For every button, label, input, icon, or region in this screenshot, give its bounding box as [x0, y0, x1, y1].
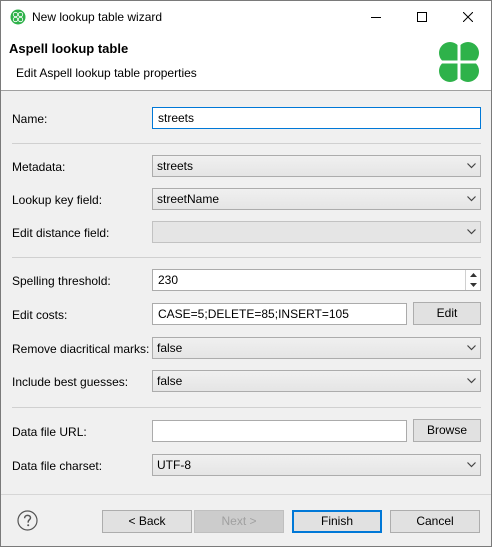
minimize-icon — [371, 16, 381, 18]
close-icon — [463, 11, 473, 22]
chevron-down-icon — [467, 462, 476, 468]
metadata-select[interactable]: streets — [152, 155, 481, 177]
spin-up-button[interactable] — [466, 270, 480, 280]
include-best-guesses-label: Include best guesses: — [12, 375, 129, 389]
data-file-url-label: Data file URL: — [12, 425, 87, 439]
chevron-down-icon — [467, 196, 476, 202]
banner-subtitle: Edit Aspell lookup table properties — [16, 66, 197, 80]
separator — [12, 143, 481, 144]
remove-diacritical-value: false — [157, 341, 183, 355]
spin-down-button[interactable] — [466, 280, 480, 290]
metadata-label: Metadata: — [12, 160, 66, 174]
separator — [12, 257, 481, 258]
lookup-key-select[interactable]: streetName — [152, 188, 481, 210]
triangle-down-icon — [469, 283, 477, 287]
include-best-guesses-select[interactable]: false — [152, 370, 481, 392]
data-file-url-input[interactable] — [152, 420, 407, 442]
finish-button[interactable]: Finish — [292, 510, 382, 533]
minimize-button[interactable] — [353, 1, 399, 32]
back-button[interactable]: < Back — [102, 510, 192, 533]
chevron-down-icon — [467, 163, 476, 169]
next-button[interactable]: Next > — [194, 510, 284, 533]
edit-costs-input[interactable]: CASE=5;DELETE=85;INSERT=105 — [152, 303, 407, 325]
wizard-banner: Aspell lookup table Edit Aspell lookup t… — [1, 32, 491, 91]
edit-costs-button[interactable]: Edit — [413, 302, 481, 325]
data-file-charset-value: UTF-8 — [157, 458, 191, 472]
chevron-down-icon — [467, 378, 476, 384]
lookup-key-label: Lookup key field: — [12, 193, 103, 207]
data-file-charset-select[interactable]: UTF-8 — [152, 454, 481, 476]
maximize-icon — [417, 11, 427, 22]
cancel-button[interactable]: Cancel — [390, 510, 480, 533]
edit-distance-label: Edit distance field: — [12, 226, 110, 240]
spelling-threshold-label: Spelling threshold: — [12, 274, 111, 288]
metadata-value: streets — [157, 159, 194, 173]
name-label: Name: — [12, 112, 48, 126]
maximize-button[interactable] — [399, 1, 445, 32]
separator — [12, 407, 481, 408]
chevron-down-icon — [467, 229, 476, 235]
browse-button[interactable]: Browse — [413, 419, 481, 442]
title-bar[interactable]: New lookup table wizard — [1, 1, 491, 32]
lookup-key-value: streetName — [157, 192, 220, 206]
name-input[interactable]: streets — [152, 107, 481, 129]
edit-costs-label: Edit costs: — [12, 308, 68, 322]
edit-distance-select[interactable] — [152, 221, 481, 243]
remove-diacritical-select[interactable]: false — [152, 337, 481, 359]
footer-separator — [1, 494, 491, 495]
clover-icon — [10, 9, 26, 25]
remove-diacritical-label: Remove diacritical marks: — [12, 342, 150, 356]
banner-title: Aspell lookup table — [9, 41, 129, 56]
close-button[interactable] — [445, 1, 491, 32]
spelling-threshold-spinner[interactable] — [465, 270, 480, 290]
help-icon[interactable] — [17, 510, 38, 531]
window-title: New lookup table wizard — [32, 10, 163, 24]
data-file-charset-label: Data file charset: — [12, 459, 103, 473]
include-best-guesses-value: false — [157, 374, 183, 388]
chevron-down-icon — [467, 345, 476, 351]
triangle-up-icon — [469, 273, 477, 277]
wizard-window: New lookup table wizard Aspell lookup ta… — [0, 0, 492, 547]
clover-logo-icon — [439, 42, 479, 82]
spelling-threshold-input[interactable]: 230 — [152, 269, 481, 291]
